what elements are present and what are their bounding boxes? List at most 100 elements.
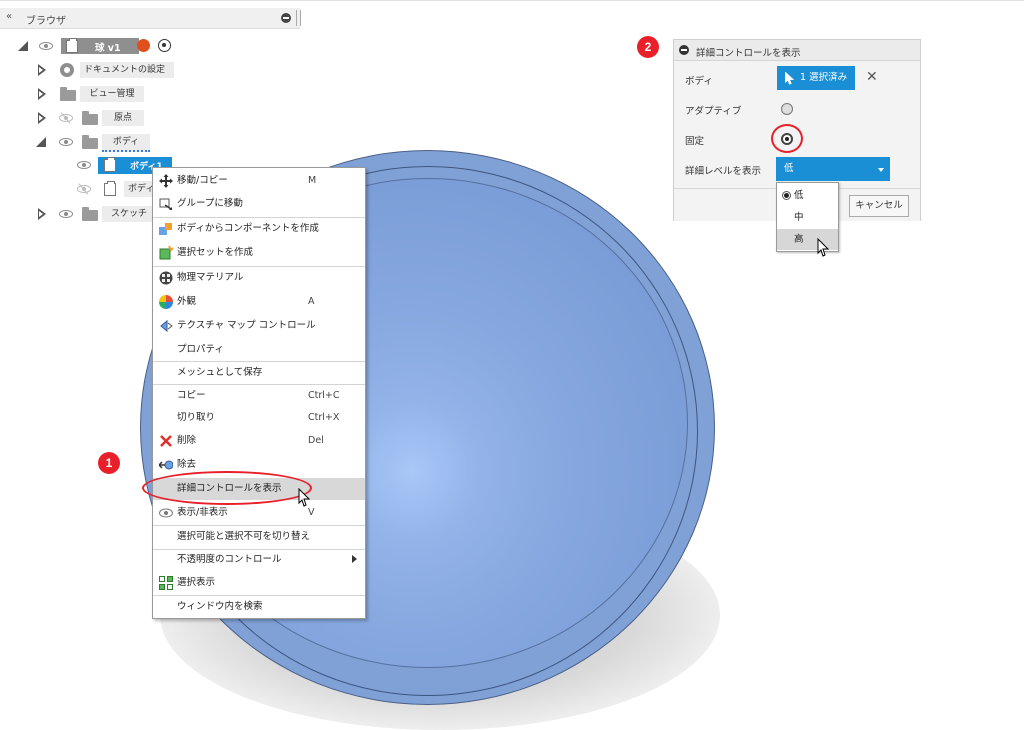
appearance-icon: [159, 295, 173, 309]
selection-button[interactable]: 1 選択済み: [777, 66, 855, 90]
menu-item-label: 物理マテリアル: [177, 272, 244, 283]
menu-item-appearance[interactable]: 外観 A: [153, 291, 365, 313]
expand-down-icon[interactable]: [36, 137, 46, 147]
top-border: [0, 0, 1024, 1]
menu-item-label: 選択セットを作成: [177, 247, 254, 258]
menu-item-label: 外観: [177, 296, 197, 307]
menu-item-label: 切り取り: [177, 412, 216, 423]
eye-hidden-icon[interactable]: [58, 112, 74, 124]
selection-count: 1 選択済み: [800, 72, 848, 83]
menu-item-copy[interactable]: コピー Ctrl+C: [153, 385, 365, 407]
menu-item-properties[interactable]: プロパティ: [153, 339, 365, 361]
delete-icon: [159, 434, 173, 448]
menu-item-move-copy[interactable]: 移動/コピー M: [153, 170, 365, 192]
panel-grip-icon[interactable]: [296, 10, 301, 26]
folder-icon: [82, 207, 98, 221]
menu-item-physical-material[interactable]: 物理マテリアル: [153, 267, 365, 289]
option-label: 高: [794, 234, 804, 245]
menu-item-toggle-selectable[interactable]: 選択可能と選択不可を切り替え: [153, 526, 365, 548]
component-icon: [66, 38, 78, 53]
remove-icon: [158, 458, 174, 472]
body-label: ボディ: [685, 76, 713, 87]
browser-title: ブラウザ: [26, 16, 66, 27]
cursor-arrow-icon: [785, 72, 794, 85]
menu-item-label: 移動/コピー: [177, 175, 228, 186]
eye-icon[interactable]: [58, 209, 74, 219]
lod-select[interactable]: 低: [776, 157, 890, 181]
menu-item-label: グループに移動: [177, 198, 243, 209]
option-label: 中: [794, 212, 804, 223]
menu-item-create-component[interactable]: ボディからコンポーネントを作成: [153, 218, 365, 240]
menu-item-find-in-window[interactable]: ウィンドウ内を検索: [153, 596, 365, 618]
menu-item-label: テクスチャ マップ コントロール: [177, 320, 316, 331]
chevron-down-icon: [878, 168, 884, 172]
menu-item-shortcut: A: [308, 296, 315, 307]
minimize-icon[interactable]: [281, 13, 291, 23]
callout-ellipse-1: [142, 471, 312, 505]
menu-item-show-hide[interactable]: 表示/非表示 V: [153, 502, 365, 524]
tree-item-origin[interactable]: 原点: [36, 110, 186, 128]
expand-right-icon[interactable]: [38, 112, 46, 124]
menu-item-create-selection-set[interactable]: 選択セットを作成: [153, 242, 365, 264]
selection-set-icon: [159, 245, 174, 260]
menu-item-shortcut: Ctrl+X: [308, 412, 340, 423]
tree-item-label: ドキュメントの設定: [80, 62, 174, 78]
dialog-header: 詳細コントロールを表示: [674, 40, 920, 61]
expand-right-icon[interactable]: [38, 88, 46, 100]
activate-radio-icon[interactable]: [158, 39, 171, 52]
expand-right-icon[interactable]: [38, 64, 46, 76]
menu-item-isolate[interactable]: 選択表示: [153, 572, 365, 594]
expand-down-icon[interactable]: [18, 41, 28, 51]
menu-item-shortcut: Ctrl+C: [308, 390, 340, 401]
group-move-icon: [159, 197, 173, 211]
physical-material-icon: [159, 271, 173, 285]
lod-option-low[interactable]: 低: [777, 185, 838, 206]
menu-item-opacity-control[interactable]: 不透明度のコントロール: [153, 549, 365, 571]
folder-icon: [82, 135, 98, 149]
collapse-icon[interactable]: «: [6, 11, 12, 22]
gear-icon: [60, 63, 74, 77]
context-menu: 移動/コピー M グループに移動 ボディからコンポーネントを作成 選択セットを作…: [152, 167, 366, 619]
tree-item-view-management[interactable]: ビュー管理: [36, 86, 186, 104]
mouse-cursor-icon: [817, 238, 830, 257]
tree-item-bodies[interactable]: ボディ: [36, 134, 186, 152]
menu-item-label: メッシュとして保存: [177, 367, 263, 378]
menu-item-shortcut: M: [308, 175, 317, 186]
menu-item-move-to-group[interactable]: グループに移動: [153, 193, 365, 215]
cancel-button[interactable]: キャンセル: [849, 195, 909, 217]
clear-selection-icon[interactable]: ✕: [866, 69, 878, 85]
root-label: 球 v1: [95, 43, 121, 54]
tree-item-label: ボディ: [102, 134, 150, 152]
body-icon: [104, 181, 116, 196]
menu-item-label: 表示/非表示: [177, 507, 228, 518]
eye-icon[interactable]: [58, 137, 74, 147]
menu-item-cut[interactable]: 切り取り Ctrl+X: [153, 407, 365, 429]
mouse-cursor-icon: [298, 488, 311, 507]
adaptive-label: アダプティブ: [685, 106, 742, 117]
component-badge-icon: [137, 39, 150, 52]
lod-option-medium[interactable]: 中: [777, 207, 838, 228]
expand-right-icon[interactable]: [38, 208, 46, 220]
selected-radio-icon: [782, 191, 791, 200]
tree-item-label: 原点: [102, 110, 144, 126]
tree-item-label: ビュー管理: [80, 86, 144, 102]
lod-select-value: 低: [784, 163, 794, 174]
tree-root[interactable]: 球 v1: [16, 38, 186, 56]
option-label: 低: [794, 190, 804, 201]
menu-item-texture-map[interactable]: テクスチャ マップ コントロール: [153, 315, 365, 337]
folder-icon: [60, 87, 76, 101]
menu-item-shortcut: Del: [308, 435, 324, 446]
adaptive-radio[interactable]: [781, 103, 793, 115]
eye-icon[interactable]: [76, 160, 92, 170]
collapse-dialog-icon[interactable]: [679, 45, 689, 55]
eye-icon[interactable]: [38, 41, 54, 51]
menu-item-save-as-mesh[interactable]: メッシュとして保存: [153, 362, 365, 384]
eye-hidden-icon[interactable]: [76, 183, 92, 195]
folder-icon: [82, 111, 98, 125]
isolate-icon: [159, 576, 173, 590]
dialog-title: 詳細コントロールを表示: [696, 48, 801, 59]
menu-item-delete[interactable]: 削除 Del: [153, 430, 365, 452]
menu-item-label: ウィンドウ内を検索: [177, 601, 263, 612]
menu-item-label: ボディからコンポーネントを作成: [177, 223, 319, 234]
tree-item-document-settings[interactable]: ドキュメントの設定: [36, 62, 186, 80]
